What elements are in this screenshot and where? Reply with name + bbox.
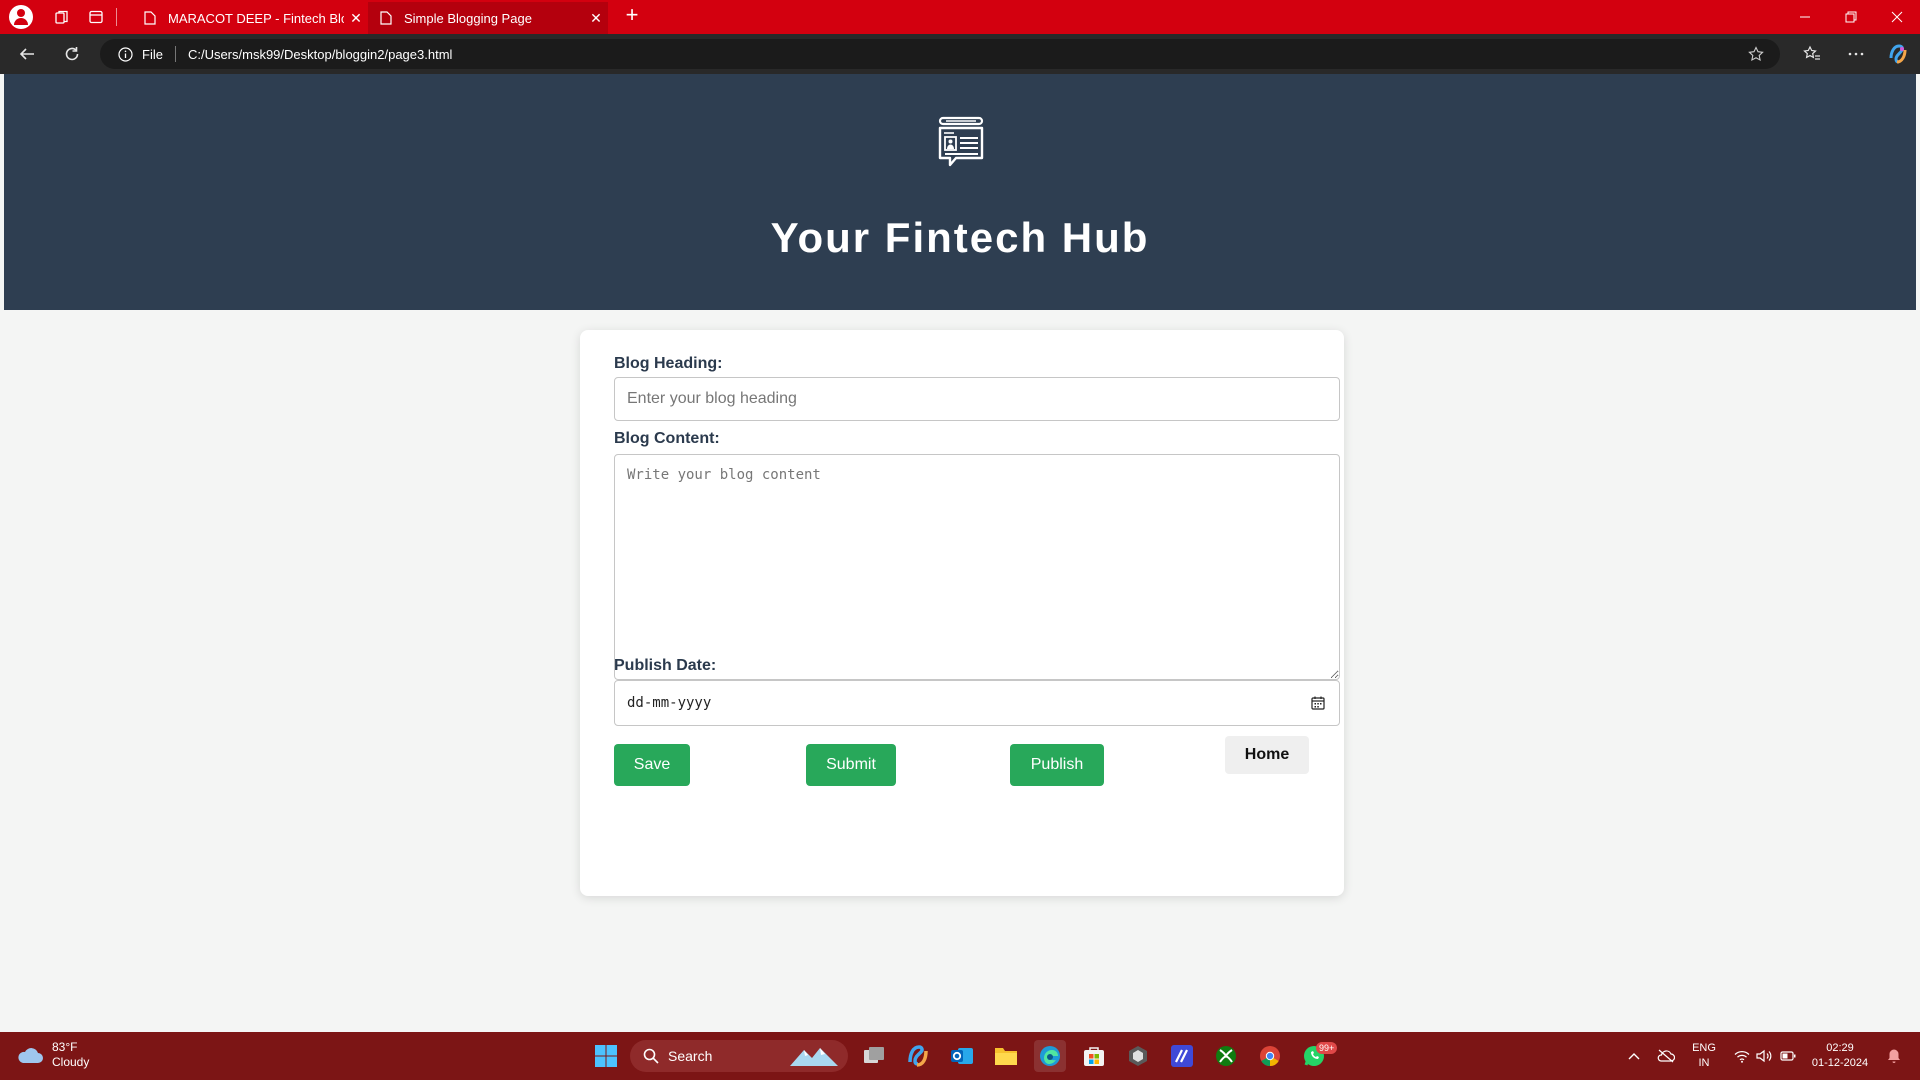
region-code: IN <box>1698 1057 1710 1069</box>
favorite-star-icon[interactable] <box>1746 44 1766 64</box>
page-title: Your Fintech Hub <box>770 214 1150 261</box>
profile-avatar-icon[interactable] <box>9 5 33 29</box>
save-button[interactable]: Save <box>614 744 690 786</box>
whatsapp-icon[interactable]: 99+ <box>1298 1040 1338 1072</box>
blog-news-icon <box>936 116 986 174</box>
new-tab-icon[interactable]: + <box>620 4 644 28</box>
tab-separator <box>116 8 117 26</box>
weather-widget[interactable]: 83°F Cloudy <box>16 1040 89 1070</box>
favorites-icon[interactable] <box>1800 42 1824 66</box>
tab-title: Simple Blogging Page <box>404 10 532 26</box>
blog-form-card: Blog Heading: Blog Content: Publish Date… <box>580 330 1344 896</box>
tab-maracot-deep[interactable]: MARACOT DEEP - Fintech Bloggin ✕ <box>132 2 368 34</box>
outlook-icon[interactable] <box>946 1040 978 1072</box>
start-windows-icon[interactable] <box>590 1040 622 1072</box>
date-placeholder: dd-mm-yyyy <box>627 695 712 711</box>
url-text[interactable]: C:/Users/msk99/Desktop/bloggin2/page3.ht… <box>188 47 1746 62</box>
info-icon[interactable] <box>117 46 133 62</box>
url-scheme-label: File <box>142 46 163 62</box>
edge-browser-icon[interactable] <box>1034 1040 1066 1072</box>
browser-title-bar: MARACOT DEEP - Fintech Bloggin ✕ Simple … <box>0 0 1920 34</box>
file-explorer-icon[interactable] <box>990 1040 1022 1072</box>
search-icon <box>642 1047 660 1065</box>
blog-content-textarea[interactable] <box>614 454 1340 680</box>
blog-content-label: Blog Content: <box>614 430 720 447</box>
notification-badge: 99+ <box>1316 1042 1338 1054</box>
copilot-app-icon[interactable] <box>902 1040 934 1072</box>
notification-bell-icon[interactable] <box>1884 1032 1904 1080</box>
more-options-icon[interactable] <box>1844 42 1868 66</box>
weather-condition: Cloudy <box>52 1055 90 1069</box>
submit-button[interactable]: Submit <box>806 744 896 786</box>
chrome-icon[interactable] <box>1254 1040 1286 1072</box>
mountain-icon <box>790 1048 838 1066</box>
unity-hub-icon[interactable] <box>1122 1040 1154 1072</box>
page-icon <box>142 10 158 26</box>
sync-off-icon[interactable] <box>1654 1032 1678 1080</box>
tab-title: MARACOT DEEP - Fintech Bloggin <box>168 10 344 26</box>
page-viewport: Your Fintech Hub Blog Heading: Blog Cont… <box>4 74 1916 1028</box>
visual-studio-icon[interactable] <box>1166 1040 1198 1072</box>
minimize-icon[interactable] <box>1782 0 1828 34</box>
restore-icon[interactable] <box>1828 0 1874 34</box>
tab-actions-icon[interactable] <box>84 5 108 29</box>
volume-icon[interactable] <box>1754 1032 1774 1080</box>
navigation-bar: File C:/Users/msk99/Desktop/bloggin2/pag… <box>0 34 1920 74</box>
clock-time: 02:29 <box>1826 1042 1854 1054</box>
publish-button[interactable]: Publish <box>1010 744 1104 786</box>
tab-simple-blogging-page[interactable]: Simple Blogging Page ✕ <box>368 2 608 34</box>
page-icon <box>378 10 394 26</box>
wifi-icon[interactable] <box>1732 1032 1752 1080</box>
clock[interactable]: 02:29 01-12-2024 <box>1808 1032 1872 1080</box>
battery-icon[interactable] <box>1778 1032 1798 1080</box>
workspaces-icon[interactable] <box>50 5 74 29</box>
search-label: Search <box>668 1048 713 1064</box>
microsoft-store-icon[interactable] <box>1078 1040 1110 1072</box>
taskbar: 83°F Cloudy Search 99+ ENG IN 02:29 01-1… <box>0 1032 1920 1080</box>
publish-date-label: Publish Date: <box>614 657 717 674</box>
address-divider <box>174 46 176 62</box>
page-header: Your Fintech Hub <box>4 74 1916 310</box>
blog-heading-input[interactable] <box>614 377 1340 421</box>
task-view-icon[interactable] <box>858 1040 890 1072</box>
language-indicator[interactable]: ENG IN <box>1688 1032 1720 1080</box>
publish-date-input[interactable]: dd-mm-yyyy <box>614 680 1340 726</box>
back-arrow-icon[interactable] <box>15 42 39 66</box>
language-code: ENG <box>1692 1042 1716 1054</box>
close-tab-icon[interactable]: ✕ <box>344 10 368 27</box>
close-window-icon[interactable] <box>1874 0 1920 34</box>
copilot-icon[interactable] <box>1886 42 1910 66</box>
weather-temperature: 83°F <box>52 1040 78 1054</box>
home-button[interactable]: Home <box>1225 736 1309 774</box>
show-hidden-icons-chevron-icon[interactable] <box>1622 1032 1646 1080</box>
refresh-icon[interactable] <box>60 42 84 66</box>
blog-heading-label: Blog Heading: <box>614 355 723 372</box>
taskbar-search[interactable]: Search <box>630 1040 848 1072</box>
calendar-icon[interactable] <box>1309 694 1327 712</box>
cloud-icon <box>18 1048 43 1063</box>
address-bar[interactable]: File C:/Users/msk99/Desktop/bloggin2/pag… <box>100 39 1780 69</box>
clock-date: 01-12-2024 <box>1811 1057 1869 1069</box>
close-tab-icon[interactable]: ✕ <box>584 10 608 27</box>
xbox-icon[interactable] <box>1210 1040 1242 1072</box>
